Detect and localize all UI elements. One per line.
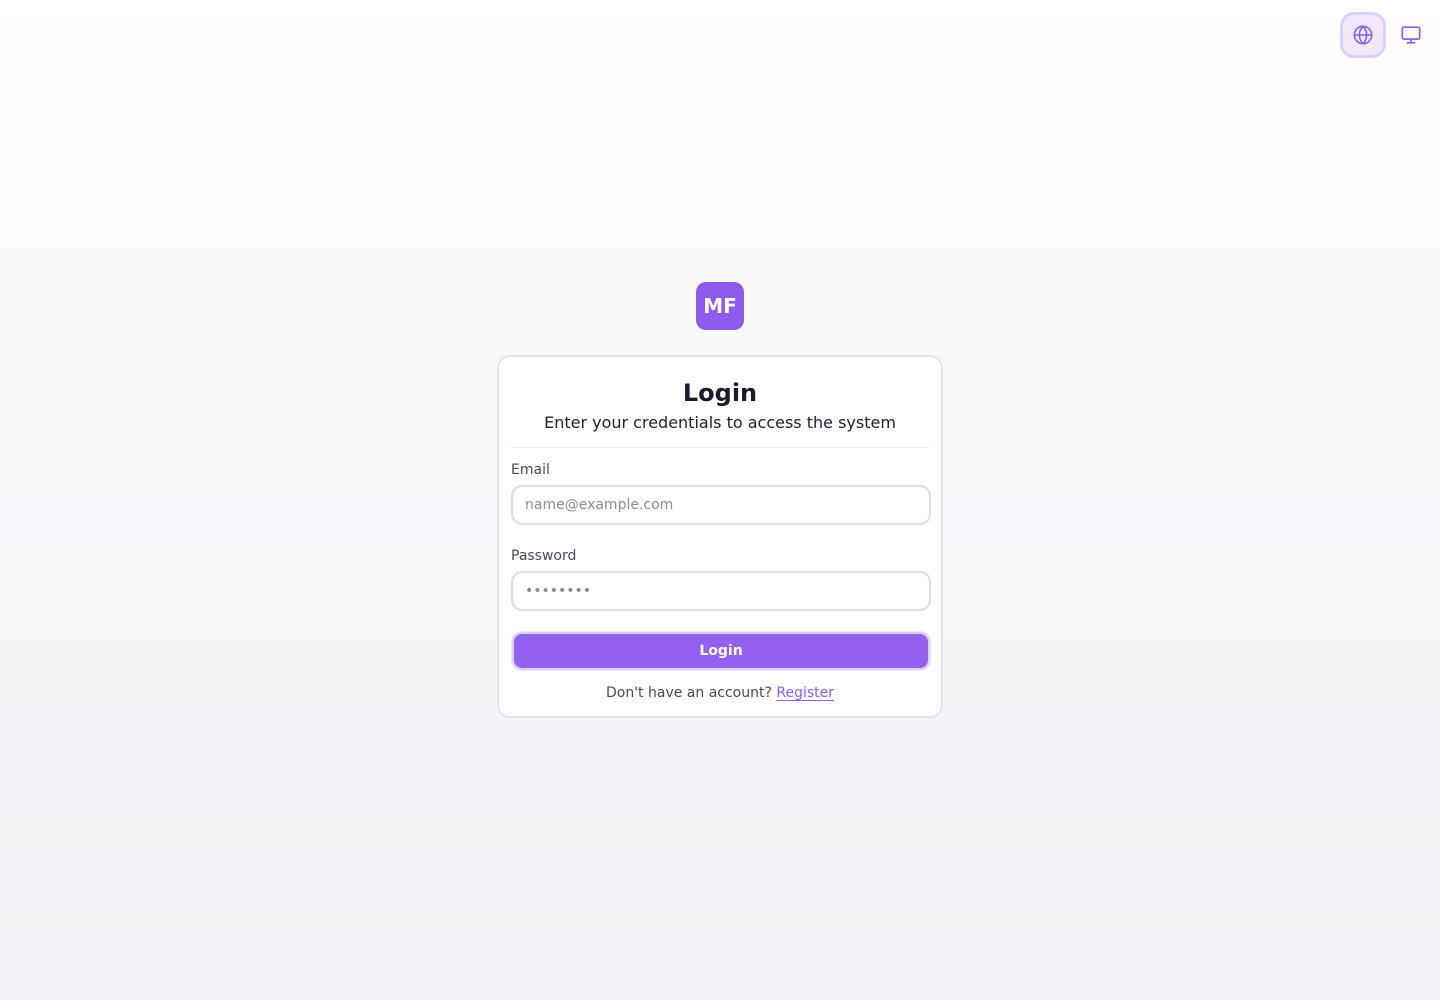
globe-icon — [1353, 25, 1373, 45]
login-title: Login — [682, 379, 758, 407]
login-card: Login Enter your credentials to access t… — [497, 355, 943, 718]
register-link[interactable]: Register — [776, 685, 834, 701]
email-label: Email — [511, 462, 550, 478]
display-mode-button[interactable] — [1396, 12, 1426, 58]
top-controls — [1340, 12, 1426, 58]
language-button[interactable] — [1340, 12, 1386, 58]
login-form: Email Password Login — [511, 460, 931, 670]
login-button[interactable]: Login — [512, 632, 930, 670]
password-field[interactable] — [511, 571, 931, 611]
register-prompt: Don't have an account? — [605, 685, 772, 701]
email-field[interactable] — [511, 485, 931, 525]
login-subtitle: Enter your credentials to access the sys… — [544, 413, 896, 432]
register-line: Don't have an account? Register — [511, 683, 929, 703]
password-label: Password — [511, 548, 577, 564]
monitor-icon — [1401, 26, 1421, 44]
app-logo: MF — [696, 282, 744, 330]
card-divider — [511, 447, 929, 448]
